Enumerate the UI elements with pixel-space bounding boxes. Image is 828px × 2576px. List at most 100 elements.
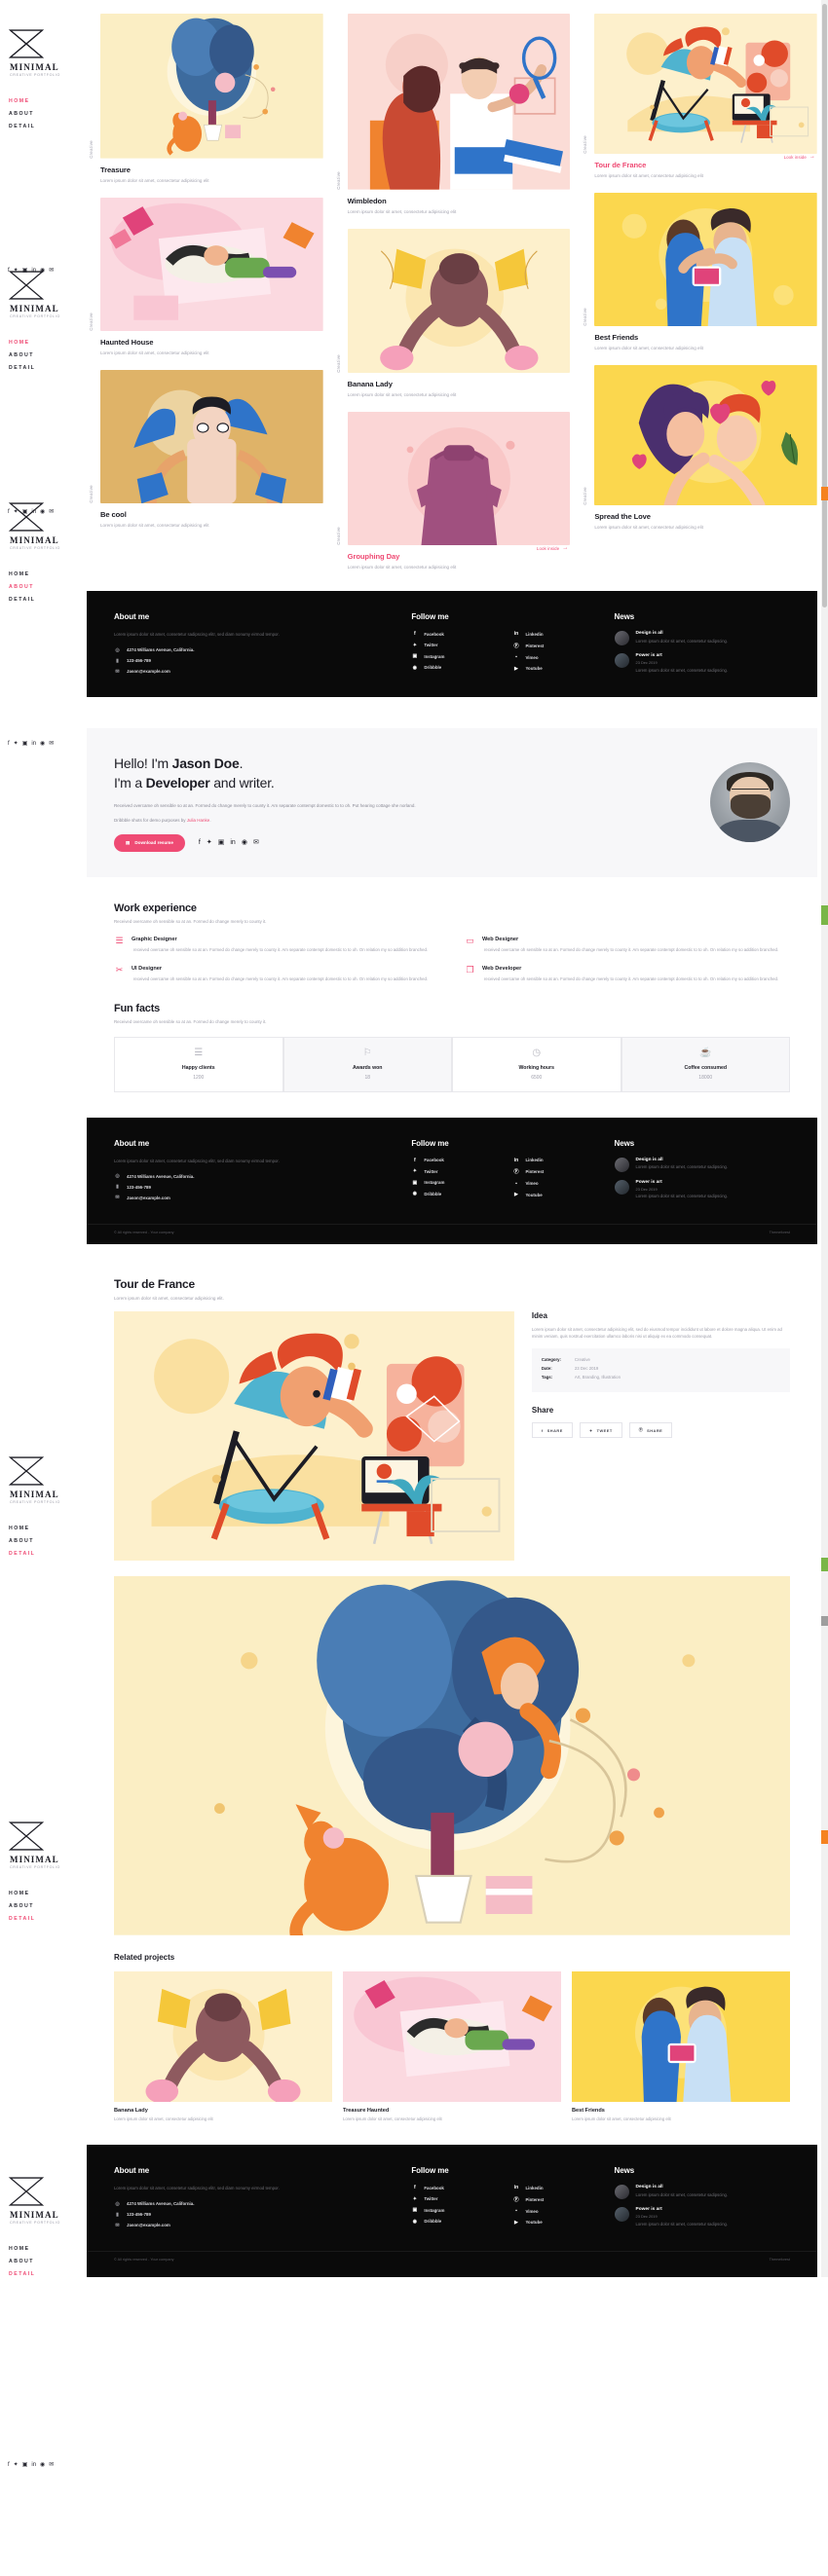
portfolio-card[interactable]: Creative [581, 365, 818, 532]
instagram-icon[interactable]: ▣ [22, 741, 28, 747]
logo[interactable]: MINIMAL CREATIVE PORTFOLIO [0, 500, 76, 550]
news-item[interactable]: Design is all Lorem ipsum dolor sit amet… [614, 2185, 790, 2200]
portfolio-card[interactable]: Creative [334, 228, 571, 400]
social-facebook[interactable]: f Facebook [411, 631, 512, 637]
nav-item-home[interactable]: HOME [9, 98, 76, 104]
nav-item-about[interactable]: ABOUT [9, 111, 76, 117]
social-linkedin[interactable]: in Linkedin [512, 1158, 614, 1163]
related-card[interactable]: Best Friends Lorem ipsum dolor sit amet,… [572, 1971, 790, 2121]
nav-item-about[interactable]: ABOUT [9, 352, 76, 358]
twitter-icon[interactable]: ✦ [14, 2462, 19, 2468]
portfolio-card[interactable]: Creative [334, 412, 571, 571]
mail-icon[interactable]: ✉ [49, 741, 54, 747]
twitter-icon[interactable]: ✦ [207, 839, 212, 846]
social-twitter[interactable]: ✦ Twitter [411, 1168, 512, 1174]
logo[interactable]: MINIMAL CREATIVE PORTFOLIO [0, 27, 76, 77]
social-youtube[interactable]: ▶ Youtube [512, 1192, 614, 1197]
social-linkedin[interactable]: in Linkedin [512, 2185, 614, 2190]
mail-icon[interactable]: ✉ [253, 839, 259, 846]
linkedin-icon[interactable]: in [230, 839, 235, 846]
news-item[interactable]: Power is art 23 Dec 2019 Lorem ipsum dol… [614, 1179, 790, 1200]
contact-phone[interactable]: ▮ 123-456-789 [114, 2212, 411, 2218]
nav-item-home[interactable]: HOME [9, 340, 76, 346]
linkedin-icon[interactable]: in [31, 741, 36, 747]
nav-item-home[interactable]: HOME [9, 1526, 76, 1531]
logo[interactable]: MINIMAL CREATIVE PORTFOLIO [0, 269, 76, 318]
nav-item-about[interactable]: ABOUT [9, 1903, 76, 1909]
scrollbar-track[interactable] [821, 0, 828, 2278]
social-dribbble[interactable]: ◉ Dribbble [411, 665, 512, 671]
social-facebook[interactable]: f Facebook [411, 1158, 512, 1163]
nav-item-home[interactable]: HOME [9, 2246, 76, 2252]
logo[interactable]: MINIMAL CREATIVE PORTFOLIO [0, 1454, 76, 1504]
social-youtube[interactable]: ▶ Youtube [512, 2220, 614, 2226]
social-instagram[interactable]: ▣ Instagram [411, 653, 512, 659]
contact-email[interactable]: ✉ Jason@example.com [114, 669, 411, 675]
portfolio-card[interactable]: Creative [581, 14, 818, 180]
dribbble-icon[interactable]: ◉ [40, 741, 45, 747]
social-pinterest[interactable]: Ⓟ Pinterest [512, 1168, 614, 1175]
social-vimeo[interactable]: ▪ Vimeo [512, 654, 614, 660]
dribbble-icon[interactable]: ◉ [40, 2462, 45, 2468]
related-card[interactable]: Treasure Haunted Lorem ipsum dolor sit a… [343, 1971, 561, 2121]
social-vimeo[interactable]: ▪ Vimeo [512, 1181, 614, 1187]
facebook-icon[interactable]: f [8, 741, 10, 747]
news-item[interactable]: Design is all Lorem ipsum dolor sit amet… [614, 1157, 790, 1172]
portfolio-card[interactable]: Creative [87, 197, 323, 357]
social-dribbble[interactable]: ◉ Dribbble [411, 2219, 512, 2225]
contact-phone[interactable]: ▮ 123-456-789 [114, 658, 411, 664]
follow-list-right: in Linkedin Ⓟ Pinterest ▪ Vimeo ▶ Youtube [512, 2185, 614, 2230]
linkedin-icon[interactable]: in [31, 2462, 36, 2468]
credit-link[interactable]: Julia Hanke [187, 818, 210, 823]
instagram-icon[interactable]: ▣ [218, 839, 225, 846]
nav-item-detail[interactable]: DETAIL [9, 365, 76, 371]
share-facebook-button[interactable]: f SHARE [531, 1422, 573, 1439]
instagram-icon[interactable]: ▣ [22, 2462, 28, 2468]
related-card[interactable]: Banana Lady Lorem ipsum dolor sit amet, … [114, 1971, 332, 2121]
social-twitter[interactable]: ✦ Twitter [411, 2196, 512, 2202]
portfolio-card[interactable]: Creative [87, 369, 323, 530]
social-vimeo[interactable]: ▪ Vimeo [512, 2208, 614, 2214]
social-youtube[interactable]: ▶ Youtube [512, 666, 614, 672]
social-linkedin[interactable]: in Linkedin [512, 631, 614, 637]
portfolio-card[interactable]: Creative [87, 14, 323, 185]
contact-email[interactable]: ✉ Jason@example.com [114, 1195, 411, 1200]
news-item[interactable]: Power is art 23 Dec 2019 Lorem ipsum dol… [614, 2207, 790, 2227]
share-twitter-button[interactable]: ✦ TWEET [579, 1422, 622, 1439]
mail-icon[interactable]: ✉ [49, 2462, 54, 2468]
social-dribbble[interactable]: ◉ Dribbble [411, 1191, 512, 1196]
social-pinterest[interactable]: Ⓟ Pinterest [512, 643, 614, 649]
scrollbar-thumb[interactable] [822, 4, 827, 607]
logo[interactable]: MINIMAL CREATIVE PORTFOLIO [0, 2175, 76, 2225]
nav-item-about[interactable]: ABOUT [9, 1538, 76, 1544]
facebook-icon[interactable]: f [8, 2462, 10, 2468]
social-facebook[interactable]: f Facebook [411, 2185, 512, 2190]
portfolio-card[interactable]: Creative [581, 192, 818, 352]
social-instagram[interactable]: ▣ Instagram [411, 2207, 512, 2213]
nav-item-detail[interactable]: DETAIL [9, 597, 76, 603]
twitter-icon[interactable]: ✦ [14, 741, 19, 747]
logo[interactable]: MINIMAL CREATIVE PORTFOLIO [0, 1820, 76, 1869]
nav-item-detail[interactable]: DETAIL [9, 1551, 76, 1557]
nav-item-detail[interactable]: DETAIL [9, 2271, 76, 2277]
share-pinterest-button[interactable]: Ⓟ SHARE [628, 1422, 673, 1439]
news-item[interactable]: Design is all Lorem ipsum dolor sit amet… [614, 631, 790, 646]
facebook-icon[interactable]: f [199, 839, 201, 846]
look-inside-link[interactable]: Look inside → [784, 154, 815, 160]
portfolio-card[interactable]: Creative [334, 14, 571, 216]
dribbble-icon[interactable]: ◉ [242, 839, 247, 846]
social-instagram[interactable]: ▣ Instagram [411, 1180, 512, 1186]
contact-email[interactable]: ✉ Jason@example.com [114, 2223, 411, 2228]
news-item[interactable]: Power is art 23 Dec 2019 Lorem ipsum dol… [614, 653, 790, 674]
nav-item-detail[interactable]: DETAIL [9, 124, 76, 129]
social-twitter[interactable]: ✦ Twitter [411, 643, 512, 648]
nav-item-about[interactable]: ABOUT [9, 584, 76, 590]
download-resume-button[interactable]: ▤ Download resume [114, 833, 185, 852]
nav-item-home[interactable]: HOME [9, 571, 76, 577]
contact-phone[interactable]: ▮ 123-456-789 [114, 1184, 411, 1190]
nav-item-detail[interactable]: DETAIL [9, 1916, 76, 1922]
look-inside-link[interactable]: Look inside → [537, 545, 568, 551]
nav-item-about[interactable]: ABOUT [9, 2259, 76, 2264]
social-pinterest[interactable]: Ⓟ Pinterest [512, 2196, 614, 2203]
nav-item-home[interactable]: HOME [9, 1891, 76, 1896]
